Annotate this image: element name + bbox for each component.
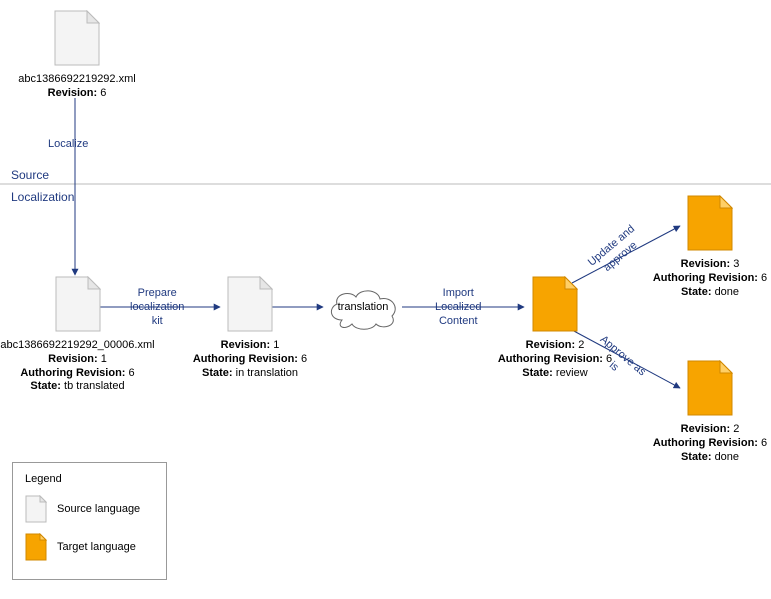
legend-row-target: Target language [25,533,154,561]
revision-value: 3 [733,258,739,270]
node-source-file: abc1386692219292.xml Revision: 6 [12,10,142,101]
filename: abc1386692219292_00006.xml [0,339,155,353]
legend-target-label: Target language [57,541,136,553]
edge-text: Preparelocalizationkit [130,287,184,327]
filename: abc1386692219292.xml [12,73,142,87]
legend-box: Legend Source language Target language [12,462,167,580]
legend-title: Legend [25,473,154,485]
node-approved: Revision: 2 Authoring Revision: 6 State:… [650,360,770,464]
edge-label-approve-as-is: Approve asis [588,333,648,390]
cloud-label: translation [322,301,404,313]
edge-label-import: ImportLocalizedContent [435,287,481,328]
revision-label: Revision: [221,339,271,351]
node-translation-cloud: translation [322,286,404,333]
legend-row-source: Source language [25,495,154,523]
revision-value: 2 [578,339,584,351]
state-value: done [715,451,739,463]
state-value: tb translated [64,380,125,392]
state-value: in translation [236,367,298,379]
revision-value: 1 [273,339,279,351]
auth-value: 6 [761,272,767,284]
edge-text: Update andapprove [586,223,640,274]
auth-label: Authoring Revision: [653,437,758,449]
document-target-icon [532,276,578,332]
state-value: review [556,367,588,379]
section-label-source: Source [11,168,49,182]
revision-value: 6 [100,87,106,99]
state-label: State: [30,380,61,392]
edge-label-update-approve: Update andapprove [586,223,647,281]
document-target-icon [687,195,733,251]
revision-value: 1 [101,353,107,365]
revision-label: Revision: [48,87,98,99]
document-target-icon [25,533,47,561]
auth-label: Authoring Revision: [20,367,125,379]
node-updated: Revision: 3 Authoring Revision: 6 State:… [650,195,770,299]
state-value: done [715,286,739,298]
auth-value: 6 [301,353,307,365]
edge-label-prepare: Preparelocalizationkit [130,287,184,328]
node-imported: Revision: 2 Authoring Revision: 6 State:… [495,276,615,380]
edge-text: ImportLocalizedContent [435,287,481,327]
revision-value: 2 [733,423,739,435]
document-icon [54,10,100,66]
document-icon [25,495,47,523]
auth-value: 6 [129,367,135,379]
document-icon [227,276,273,332]
revision-label: Revision: [681,423,731,435]
state-label: State: [202,367,233,379]
revision-label: Revision: [681,258,731,270]
legend-source-label: Source language [57,503,140,515]
state-label: State: [522,367,553,379]
revision-label: Revision: [48,353,98,365]
auth-value: 6 [761,437,767,449]
edge-label-localize: Localize [48,138,88,152]
auth-label: Authoring Revision: [653,272,758,284]
section-divider [0,183,771,185]
section-label-localization: Localization [11,190,74,204]
document-target-icon [687,360,733,416]
revision-label: Revision: [526,339,576,351]
document-icon [55,276,101,332]
state-label: State: [681,451,712,463]
auth-label: Authoring Revision: [193,353,298,365]
state-label: State: [681,286,712,298]
node-prepared: Revision: 1 Authoring Revision: 6 State:… [190,276,310,380]
